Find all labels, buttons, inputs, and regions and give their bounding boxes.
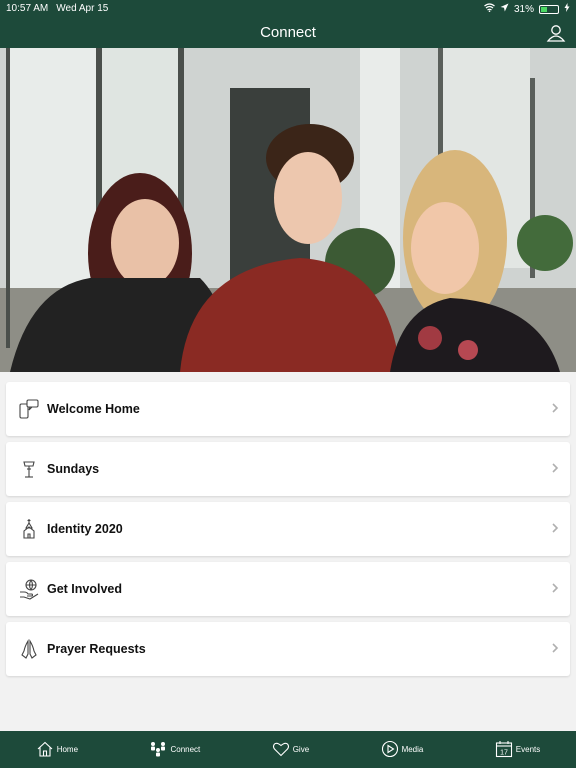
tab-events[interactable]: 17 Events [495, 740, 540, 760]
list-item-label: Prayer Requests [47, 642, 146, 656]
list-item-welcome-home[interactable]: Welcome Home [6, 382, 570, 436]
calendar-badge: 17 [500, 749, 508, 756]
heart-icon [272, 740, 290, 760]
tab-label: Give [292, 745, 310, 754]
chevron-right-icon [550, 521, 560, 535]
list-item-label: Get Involved [47, 582, 123, 596]
praying-hands-icon [17, 637, 41, 661]
chat-device-icon [17, 397, 41, 421]
chevron-right-icon [550, 401, 560, 415]
battery-icon [539, 4, 559, 14]
globe-hand-icon [17, 577, 41, 601]
charging-icon [564, 3, 570, 15]
status-time: 10:57 AM [6, 3, 49, 14]
list-item-sundays[interactable]: Sundays [6, 442, 570, 496]
list-item-identity-2020[interactable]: Identity 2020 [6, 502, 570, 556]
tab-give[interactable]: Give [272, 740, 309, 760]
hero-image [0, 48, 576, 372]
tab-label: Media [401, 745, 424, 754]
chevron-right-icon [550, 461, 560, 475]
app-header: 10:57 AM Wed Apr 15 31% Connect [0, 0, 576, 48]
menu-list: Welcome Home Sundays Identity 2020 Get I… [6, 382, 570, 682]
chevron-right-icon [550, 641, 560, 655]
profile-icon[interactable] [546, 23, 566, 43]
church-icon [17, 517, 41, 541]
page-title: Connect [260, 24, 316, 41]
list-item-label: Sundays [47, 462, 100, 476]
tab-home[interactable]: Home [36, 740, 78, 760]
people-icon [149, 740, 167, 760]
list-item-label: Identity 2020 [47, 522, 123, 536]
wifi-icon [484, 3, 495, 15]
tab-label: Events [515, 745, 541, 754]
battery-percent: 31% [513, 3, 534, 15]
tab-label: Home [56, 745, 79, 754]
list-item-label: Welcome Home [47, 402, 140, 416]
chevron-right-icon [550, 581, 560, 595]
tab-label: Connect [170, 745, 201, 754]
location-icon [500, 3, 509, 15]
status-date: Wed Apr 15 [56, 3, 109, 14]
status-bar: 10:57 AM Wed Apr 15 31% [0, 0, 576, 18]
calendar-icon: 17 [495, 740, 513, 760]
play-icon [381, 740, 399, 760]
tab-media[interactable]: Media [381, 740, 424, 760]
tab-bar: Home Connect Give Media 17 Events [0, 731, 576, 768]
home-icon [36, 740, 54, 760]
list-item-get-involved[interactable]: Get Involved [6, 562, 570, 616]
tab-connect[interactable]: Connect [149, 740, 200, 760]
list-item-prayer-requests[interactable]: Prayer Requests [6, 622, 570, 676]
pulpit-icon [17, 457, 41, 481]
